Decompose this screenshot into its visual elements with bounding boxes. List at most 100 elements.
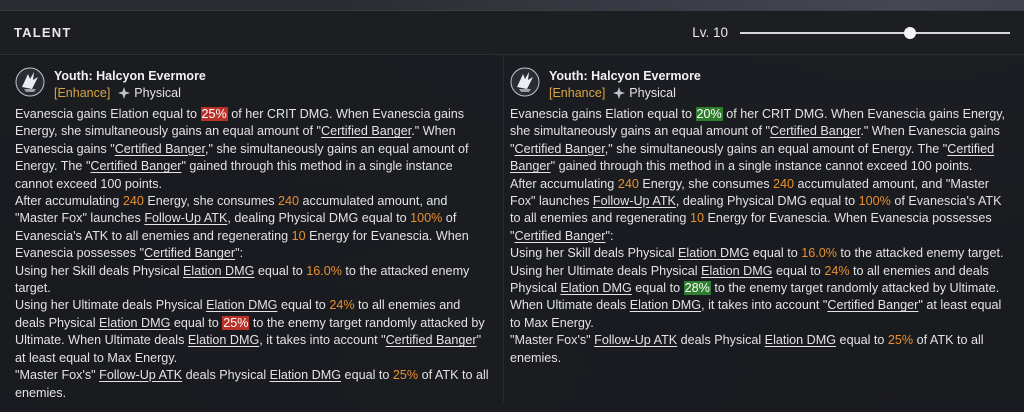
enhance-tag: [Enhance] — [549, 86, 606, 100]
keyword-link[interactable]: Certified Banger — [770, 124, 860, 138]
description-text: After accumulating — [15, 194, 123, 209]
keyword-link[interactable]: Certified Banger — [321, 124, 411, 138]
value-highlight: 10 — [689, 211, 704, 226]
description-text: ," she simultaneously gains an equal amo… — [604, 141, 948, 156]
talent-header: Youth: Halcyon Evermore [Enhance] Physic… — [510, 65, 1018, 105]
value-decreased: 25% — [200, 107, 228, 121]
keyword-link[interactable]: Elation DMG — [678, 246, 749, 260]
description-paragraph: Using her Ultimate deals Physical Elatio… — [15, 297, 489, 367]
description-text: Energy, she consumes — [143, 194, 278, 209]
keyword-link[interactable]: Certified Banger — [827, 298, 918, 312]
description-text: equal to — [170, 315, 223, 330]
description-text: deals Physical — [677, 333, 765, 348]
level-slider[interactable] — [740, 26, 1010, 40]
keyword-link[interactable]: Follow-Up ATK — [593, 194, 676, 208]
value-highlight: 240 — [773, 176, 795, 191]
description-text: " gained through this method in a single… — [550, 159, 973, 174]
keyword-link[interactable]: Elation DMG — [270, 368, 341, 382]
description-text: Using her Ultimate deals Physical — [510, 263, 702, 278]
keyword-link[interactable]: Certified Banger — [514, 229, 605, 243]
panel-title: TALENT — [14, 25, 72, 40]
description-text: Evanescia gains Elation equal to — [510, 107, 696, 121]
value-increased: 28% — [683, 281, 711, 296]
description-text: , dealing Physical DMG equal to — [675, 194, 859, 209]
description-text: "Master Fox's" — [15, 368, 100, 383]
level-control: Lv. 10 — [692, 25, 1010, 40]
talent-title-block: Youth: Halcyon Evermore [Enhance] Physic… — [549, 65, 701, 100]
keyword-link[interactable]: Elation DMG — [206, 298, 277, 312]
description-text: equal to — [254, 263, 307, 278]
keyword-link[interactable]: Certified Banger — [90, 159, 181, 173]
keyword-link[interactable]: Certified Banger — [144, 246, 235, 260]
talent-emblem-icon — [15, 67, 45, 97]
description-text: Using her Ultimate deals Physical — [15, 298, 207, 313]
talent-column-next: Youth: Halcyon Evermore [Enhance] Physic… — [503, 55, 1018, 402]
damage-type-label: Physical — [134, 86, 181, 100]
description-paragraph: Evanescia gains Elation equal to 20% of … — [510, 106, 1010, 176]
keyword-link[interactable]: Elation DMG — [188, 333, 259, 347]
description-paragraph: Using her Skill deals Physical Elation D… — [510, 245, 1010, 262]
damage-type: Physical — [118, 86, 181, 100]
value-highlight: 100% — [858, 194, 891, 209]
description-text: ": — [235, 246, 244, 261]
description-paragraph: After accumulating 240 Energy, she consu… — [510, 176, 1010, 246]
keyword-link[interactable]: Elation DMG — [765, 333, 836, 347]
talent-name: Youth: Halcyon Evermore — [549, 69, 701, 83]
description-text: After accumulating — [510, 176, 618, 191]
level-label: Lv. 10 — [692, 25, 728, 40]
keyword-link[interactable]: Elation DMG — [99, 316, 170, 330]
keyword-link[interactable]: Certified Banger — [386, 333, 477, 347]
description-text: "Master Fox's" — [510, 333, 595, 348]
description-text: deals Physical — [182, 368, 270, 383]
talent-column-current: Youth: Halcyon Evermore [Enhance] Physic… — [0, 55, 497, 402]
description-text: , dealing Physical DMG equal to — [227, 211, 411, 226]
keyword-link[interactable]: Certified Banger — [115, 142, 205, 156]
keyword-link[interactable]: Follow-Up ATK — [594, 333, 677, 347]
description-text: Using her Skill deals Physical — [15, 263, 183, 278]
value-highlight: 24% — [329, 298, 355, 313]
keyword-link[interactable]: Certified Banger — [514, 142, 604, 156]
talent-tags: [Enhance] Physical — [549, 86, 701, 100]
enhance-tag: [Enhance] — [54, 86, 111, 100]
value-decreased: 25% — [222, 315, 250, 330]
description-paragraph: Using her Ultimate deals Physical Elatio… — [510, 263, 1010, 333]
description-paragraph: After accumulating 240 Energy, she consu… — [15, 193, 489, 263]
damage-type: Physical — [613, 86, 676, 100]
description-text: Energy, she consumes — [638, 176, 773, 191]
description-text: equal to — [749, 246, 802, 261]
value-highlight: 240 — [617, 176, 639, 191]
description-paragraph: "Master Fox's" Follow-Up ATK deals Physi… — [510, 332, 1010, 367]
description-paragraph: Using her Skill deals Physical Elation D… — [15, 263, 489, 298]
level-slider-track[interactable] — [740, 31, 1010, 34]
description-text: Using her Skill deals Physical — [510, 246, 678, 261]
talent-description: Evanescia gains Elation equal to 20% of … — [510, 106, 1018, 367]
description-paragraph: "Master Fox's" Follow-Up ATK deals Physi… — [15, 367, 489, 402]
physical-type-icon — [118, 87, 131, 99]
description-text: , it takes into account " — [701, 298, 828, 313]
comparison-columns: Youth: Halcyon Evermore [Enhance] Physic… — [0, 55, 1024, 402]
panel-header: TALENT Lv. 10 — [0, 11, 1024, 55]
description-text: equal to — [341, 368, 393, 383]
keyword-link[interactable]: Follow-Up ATK — [144, 211, 227, 225]
level-slider-thumb[interactable] — [904, 26, 917, 39]
physical-type-icon — [613, 87, 626, 99]
description-text: to the attacked enemy target. — [836, 246, 1004, 261]
description-paragraph: Evanescia gains Elation equal to 25% of … — [15, 106, 489, 193]
description-text: equal to — [631, 281, 684, 296]
damage-type-label: Physical — [629, 86, 676, 100]
talent-title-block: Youth: Halcyon Evermore [Enhance] Physic… — [54, 65, 206, 100]
keyword-link[interactable]: Follow-Up ATK — [99, 368, 182, 382]
value-highlight: 24% — [824, 263, 850, 278]
talent-header: Youth: Halcyon Evermore [Enhance] Physic… — [15, 65, 497, 105]
keyword-link[interactable]: Elation DMG — [630, 298, 701, 312]
keyword-link[interactable]: Elation DMG — [560, 281, 631, 295]
talent-name: Youth: Halcyon Evermore — [54, 69, 206, 83]
keyword-link[interactable]: Elation DMG — [701, 264, 772, 278]
value-highlight: 16.0% — [801, 246, 837, 261]
talent-description: Evanescia gains Elation equal to 25% of … — [15, 106, 497, 402]
value-highlight: 25% — [887, 333, 914, 348]
keyword-link[interactable]: Elation DMG — [183, 264, 254, 278]
description-text: , it takes into account " — [259, 333, 386, 348]
description-text: equal to — [277, 298, 330, 313]
description-text: equal to — [836, 333, 888, 348]
